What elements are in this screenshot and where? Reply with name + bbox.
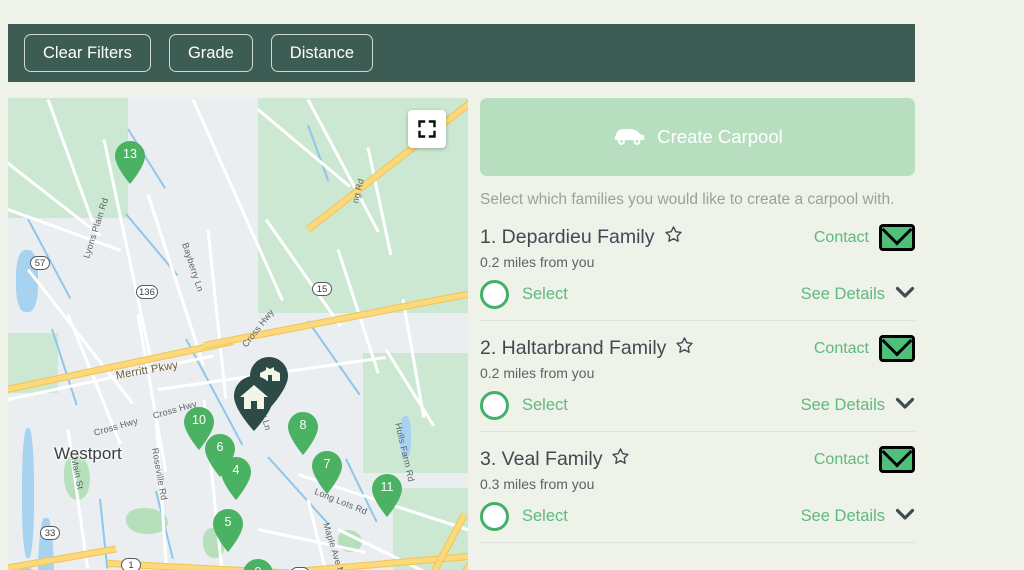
chevron-down-icon bbox=[895, 507, 915, 526]
map-marker[interactable]: 4 bbox=[219, 456, 253, 501]
map-route-shield: 15 bbox=[312, 282, 332, 296]
chevron-down-icon bbox=[895, 396, 915, 415]
fullscreen-expand-icon[interactable] bbox=[408, 110, 446, 148]
map-stream bbox=[307, 320, 361, 396]
map-marker-label: 10 bbox=[192, 413, 206, 427]
map-marker[interactable]: 7 bbox=[310, 450, 344, 495]
envelope-icon[interactable] bbox=[879, 335, 915, 363]
distance-filter-button[interactable]: Distance bbox=[270, 33, 373, 73]
map-marker-label: 7 bbox=[323, 457, 331, 471]
map-marker-label: 8 bbox=[299, 418, 307, 432]
home-pin-icon[interactable] bbox=[232, 375, 276, 433]
map-marker-label: 6 bbox=[216, 440, 224, 454]
create-carpool-label: Create Carpool bbox=[657, 126, 783, 147]
map-marker-label: 13 bbox=[123, 147, 137, 161]
map-container[interactable]: Lyons Plain Rd Bayberry Ln Bayberry Ln C… bbox=[8, 98, 468, 570]
map-marker-label: 5 bbox=[224, 515, 232, 529]
carpool-page: Clear Filters Grade Distance Lyons Plain… bbox=[0, 0, 1024, 570]
contact-label: Contact bbox=[813, 450, 869, 468]
map-stream bbox=[99, 498, 109, 569]
envelope-icon[interactable] bbox=[879, 224, 915, 252]
family-list-item: 1. Depardieu Family 0.2 miles from you C… bbox=[480, 210, 915, 322]
create-carpool-button[interactable]: Create Carpool bbox=[480, 98, 915, 176]
family-name: 3. Veal Family bbox=[480, 447, 603, 470]
family-name: 2. Haltarbrand Family bbox=[480, 336, 667, 359]
select-family-radio[interactable] bbox=[480, 280, 509, 310]
car-icon bbox=[612, 124, 646, 151]
select-label[interactable]: Select bbox=[522, 285, 568, 304]
map-marker[interactable]: 5 bbox=[211, 508, 245, 553]
map-marker-label: 9 bbox=[241, 565, 275, 570]
map-route-shield: 136 bbox=[136, 285, 158, 299]
map-road-label: Bayberry Ln bbox=[180, 241, 206, 293]
envelope-icon[interactable] bbox=[879, 446, 915, 474]
family-distance: 0.3 miles from you bbox=[480, 476, 595, 493]
contact-button[interactable]: Contact bbox=[813, 224, 915, 252]
see-details-label: See Details bbox=[800, 285, 885, 304]
map-route-shield: 33 bbox=[40, 526, 60, 540]
see-details-label: See Details bbox=[800, 396, 885, 415]
map-marker-label: 11 bbox=[380, 480, 394, 494]
family-name: 1. Depardieu Family bbox=[480, 225, 655, 248]
see-details-button[interactable]: See Details bbox=[801, 396, 915, 415]
see-details-button[interactable]: See Details bbox=[801, 507, 915, 526]
see-details-button[interactable]: See Details bbox=[801, 285, 915, 304]
family-list-item: 3. Veal Family 0.3 miles from you Contac… bbox=[480, 432, 915, 544]
see-details-label: See Details bbox=[800, 507, 885, 526]
family-distance: 0.2 miles from you bbox=[480, 365, 595, 382]
star-outline-icon[interactable] bbox=[611, 447, 630, 471]
map-city-label: Westport bbox=[54, 444, 122, 463]
grade-filter-button[interactable]: Grade bbox=[168, 33, 253, 73]
family-list-item: 2. Haltarbrand Family 0.2 miles from you… bbox=[480, 321, 915, 433]
family-actions-row: Select See Details bbox=[480, 280, 915, 310]
family-distance: 0.2 miles from you bbox=[480, 254, 595, 271]
panel-hint-text: Select which families you would like to … bbox=[480, 191, 895, 208]
map-road bbox=[206, 229, 228, 399]
select-family-radio[interactable] bbox=[480, 391, 509, 421]
contact-label: Contact bbox=[813, 339, 869, 357]
map-marker-label: 4 bbox=[232, 463, 240, 477]
select-family-radio[interactable] bbox=[480, 502, 509, 532]
map-marker[interactable]: 9 bbox=[241, 558, 275, 570]
select-label[interactable]: Select bbox=[522, 507, 568, 526]
map-road-label: Roseville Rd bbox=[150, 447, 170, 501]
map-route-shield: 1 bbox=[121, 558, 141, 570]
filter-toolbar: Clear Filters Grade Distance bbox=[8, 24, 915, 82]
map-water bbox=[22, 428, 34, 558]
star-outline-icon[interactable] bbox=[664, 225, 683, 249]
map-canvas[interactable]: Lyons Plain Rd Bayberry Ln Bayberry Ln C… bbox=[8, 98, 468, 570]
star-outline-icon[interactable] bbox=[675, 336, 694, 360]
clear-filters-button[interactable]: Clear Filters bbox=[24, 33, 151, 73]
contact-label: Contact bbox=[813, 228, 869, 246]
contact-button[interactable]: Contact bbox=[813, 335, 915, 363]
select-label[interactable]: Select bbox=[522, 396, 568, 415]
map-marker[interactable]: 13 bbox=[113, 140, 147, 185]
carpool-panel: Create Carpool Select which families you… bbox=[480, 98, 915, 570]
map-marker[interactable]: 11 bbox=[370, 473, 404, 518]
contact-button[interactable]: Contact bbox=[813, 446, 915, 474]
family-actions-row: Select See Details bbox=[480, 391, 915, 421]
family-actions-row: Select See Details bbox=[480, 502, 915, 532]
map-route-shield: 57 bbox=[30, 256, 50, 270]
chevron-down-icon bbox=[895, 285, 915, 304]
